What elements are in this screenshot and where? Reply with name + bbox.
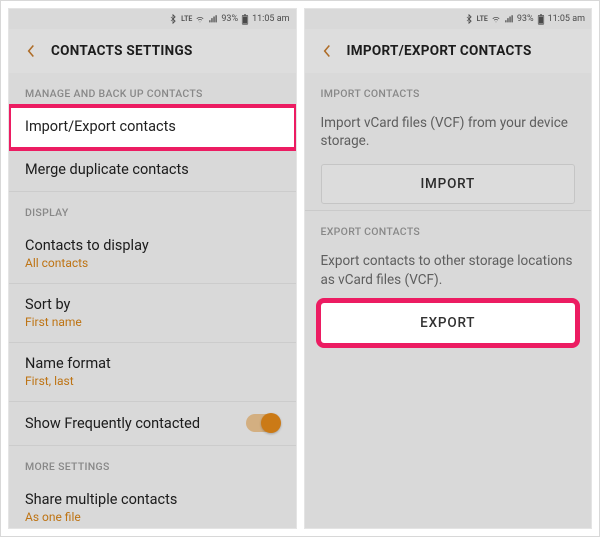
import-description: Import vCard files (VCF) from your devic… xyxy=(305,106,592,164)
row-merge-duplicates[interactable]: Merge duplicate contacts xyxy=(9,149,296,192)
row-share-multiple[interactable]: Share multiple contacts As one file xyxy=(9,479,296,529)
network-label: LTE xyxy=(477,15,488,23)
battery-percent: 93% xyxy=(221,14,238,24)
signal-icon xyxy=(208,14,218,24)
section-manage: MANAGE AND BACK UP CONTACTS xyxy=(9,73,296,106)
section-export: EXPORT CONTACTS xyxy=(305,211,592,244)
section-display: DISPLAY xyxy=(9,192,296,225)
import-button-label: IMPORT xyxy=(420,176,475,192)
export-button-label: EXPORT xyxy=(420,315,475,331)
row-contacts-display-value: All contacts xyxy=(25,256,280,270)
back-button[interactable] xyxy=(21,41,41,61)
chevron-left-icon xyxy=(321,44,333,58)
row-share-multiple-value: As one file xyxy=(25,510,280,524)
import-button[interactable]: IMPORT xyxy=(321,164,576,204)
screenshot-pair: LTE 93% 11:05 am CONTACTS SETTINGS MANAG… xyxy=(0,0,600,537)
row-contacts-to-display[interactable]: Contacts to display All contacts xyxy=(9,225,296,284)
page-title: CONTACTS SETTINGS xyxy=(51,43,193,59)
phone-right: LTE 93% 11:05 am IMPORT/EXPORT CONTACTS … xyxy=(304,8,593,529)
row-merge-label: Merge duplicate contacts xyxy=(25,161,280,178)
export-button[interactable]: EXPORT xyxy=(321,303,576,343)
page-title: IMPORT/EXPORT CONTACTS xyxy=(347,43,532,59)
section-more: MORE SETTINGS xyxy=(9,446,296,479)
back-button[interactable] xyxy=(317,41,337,61)
row-name-format[interactable]: Name format First, last xyxy=(9,343,296,402)
battery-icon xyxy=(537,14,545,25)
row-import-export-label: Import/Export contacts xyxy=(25,118,280,135)
bluetooth-icon xyxy=(168,14,178,24)
bluetooth-icon xyxy=(464,14,474,24)
app-header: CONTACTS SETTINGS xyxy=(9,29,296,73)
row-sort-by[interactable]: Sort by First name xyxy=(9,284,296,343)
phone-left: LTE 93% 11:05 am CONTACTS SETTINGS MANAG… xyxy=(8,8,297,529)
app-header: IMPORT/EXPORT CONTACTS xyxy=(305,29,592,73)
row-import-export[interactable]: Import/Export contacts xyxy=(9,106,296,149)
row-name-format-label: Name format xyxy=(25,355,280,372)
row-sort-by-label: Sort by xyxy=(25,296,280,313)
export-description: Export contacts to other storage locatio… xyxy=(305,244,592,302)
wifi-icon xyxy=(195,14,205,24)
row-sort-by-value: First name xyxy=(25,315,280,329)
row-show-freq-label: Show Frequently contacted xyxy=(25,415,200,432)
status-bar: LTE 93% 11:05 am xyxy=(9,9,296,29)
clock: 11:05 am xyxy=(548,14,585,24)
signal-icon xyxy=(504,14,514,24)
toggle-switch[interactable] xyxy=(246,414,280,432)
network-label: LTE xyxy=(181,15,192,23)
status-bar: LTE 93% 11:05 am xyxy=(305,9,592,29)
clock: 11:05 am xyxy=(252,14,289,24)
row-show-frequently[interactable]: Show Frequently contacted xyxy=(9,402,296,446)
row-contacts-display-label: Contacts to display xyxy=(25,237,280,254)
row-share-multiple-label: Share multiple contacts xyxy=(25,491,280,508)
battery-icon xyxy=(241,14,249,25)
wifi-icon xyxy=(491,14,501,24)
section-import: IMPORT CONTACTS xyxy=(305,73,592,106)
row-name-format-value: First, last xyxy=(25,374,280,388)
battery-percent: 93% xyxy=(517,14,534,24)
chevron-left-icon xyxy=(25,44,37,58)
